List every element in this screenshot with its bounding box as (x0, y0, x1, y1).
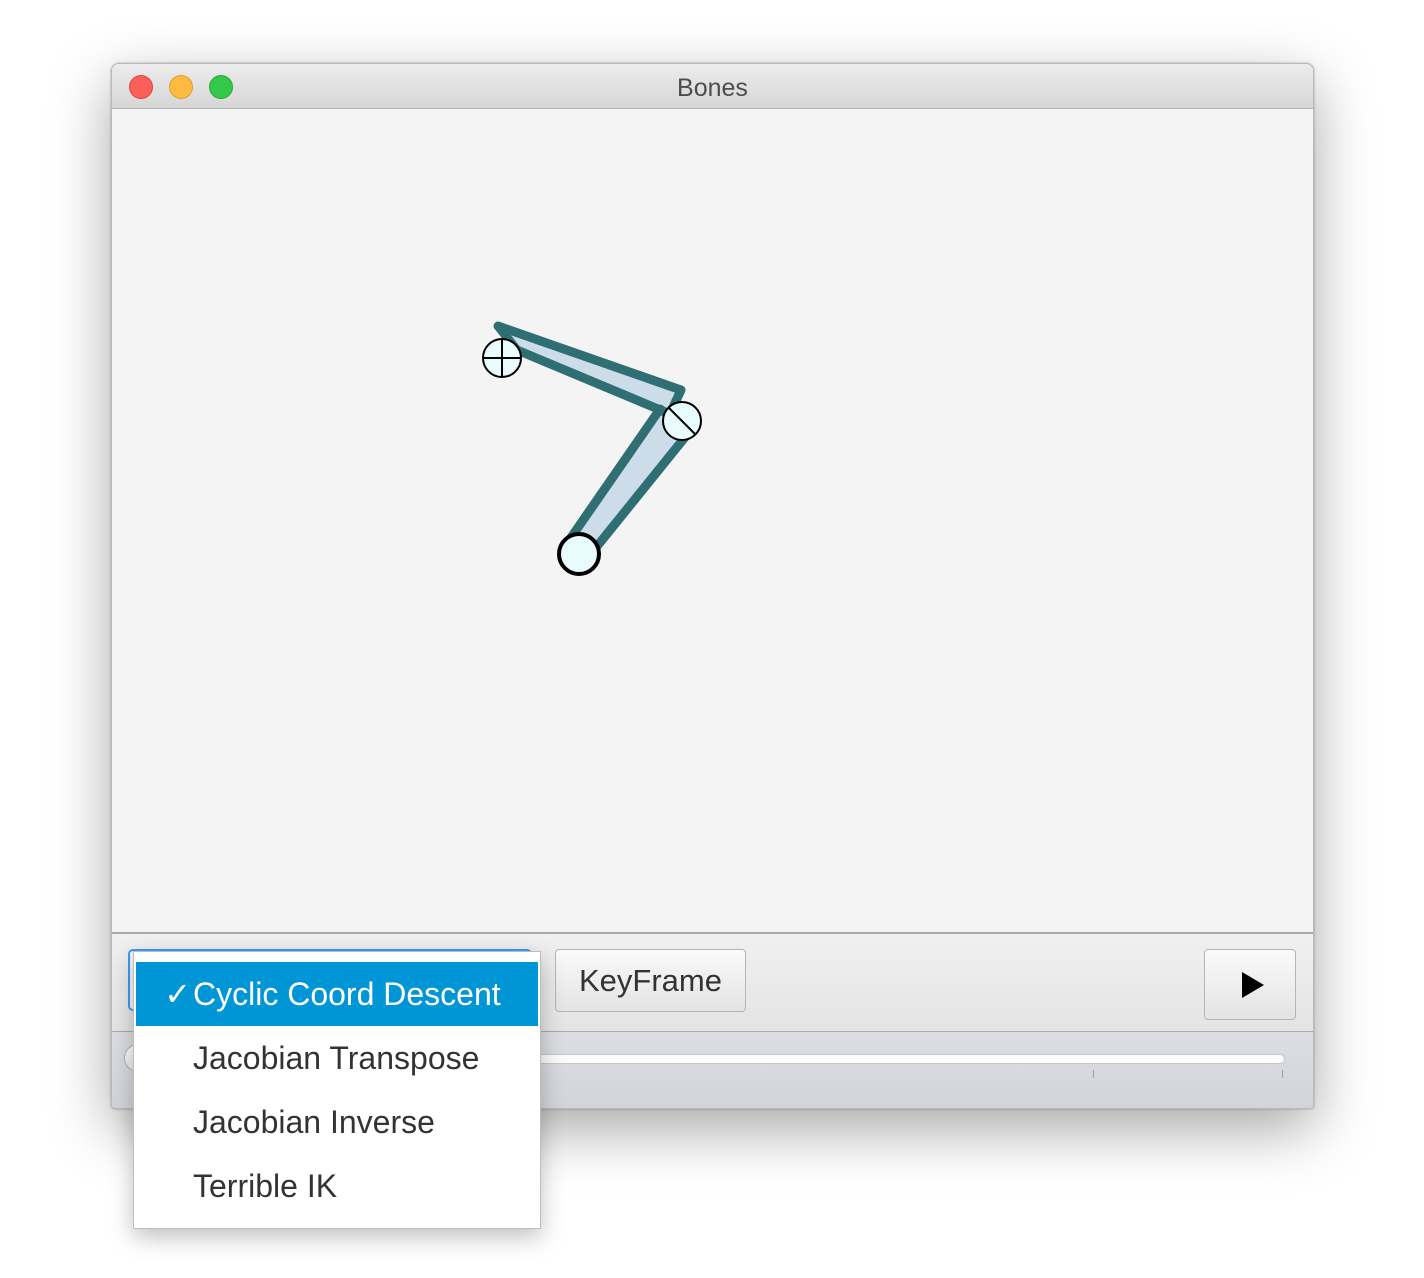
menu-item-label: Jacobian Inverse (193, 1103, 435, 1140)
menu-item-jacobian-inverse[interactable]: Jacobian Inverse (136, 1090, 538, 1154)
menu-item-label: Terrible IK (193, 1167, 338, 1204)
window-title: Bones (677, 74, 748, 102)
menu-item-label: Cyclic Coord Descent (193, 975, 501, 1012)
algorithm-dropdown-menu: ✓ Cyclic Coord Descent Jacobian Transpos… (133, 951, 541, 1229)
menu-item-terrible-ik[interactable]: Terrible IK (136, 1154, 538, 1218)
bone-upper[interactable] (493, 321, 686, 419)
check-icon: ✓ (164, 976, 191, 1012)
end-effector-joint[interactable] (557, 532, 601, 576)
menu-item-cyclic-coord-descent[interactable]: ✓ Cyclic Coord Descent (136, 962, 538, 1026)
skeleton-drawing (482, 321, 702, 576)
root-joint[interactable] (482, 338, 522, 378)
bone-canvas[interactable] (112, 109, 1313, 932)
menu-item-jacobian-transpose[interactable]: Jacobian Transpose (136, 1026, 538, 1090)
menu-item-label: Jacobian Transpose (193, 1039, 480, 1076)
timeline-tick (1282, 1070, 1283, 1078)
timeline-tick (1093, 1070, 1094, 1078)
title-bar[interactable]: Bones (112, 64, 1313, 109)
middle-joint[interactable] (662, 401, 702, 441)
play-button[interactable] (1204, 949, 1296, 1020)
play-icon (1242, 971, 1264, 998)
keyframe-button[interactable]: KeyFrame (555, 949, 746, 1012)
